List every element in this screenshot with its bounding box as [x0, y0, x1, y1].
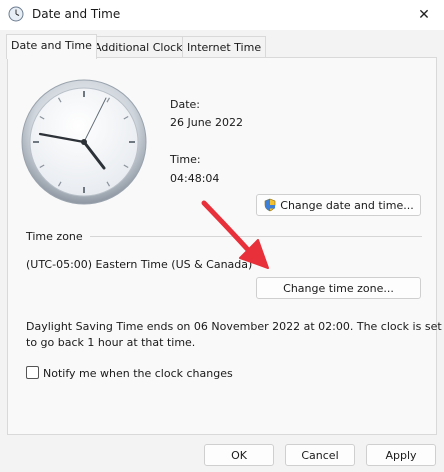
close-icon: ✕ [418, 7, 430, 23]
close-button[interactable]: ✕ [404, 0, 444, 30]
title-bar: Date and Time ✕ [0, 0, 444, 30]
tab-additional-clocks[interactable]: Additional Clocks [89, 36, 194, 58]
window-title: Date and Time [32, 7, 121, 21]
time-label: Time: [170, 153, 201, 166]
notify-checkbox[interactable] [26, 366, 39, 379]
ok-button[interactable]: OK [204, 444, 274, 466]
tab-internet-time[interactable]: Internet Time [182, 36, 267, 58]
date-label: Date: [170, 98, 200, 111]
clock-app-icon [8, 6, 24, 22]
change-date-time-button[interactable]: Change date and time... [256, 194, 421, 216]
change-time-zone-button[interactable]: Change time zone... [256, 277, 421, 299]
time-value: 04:48:04 [170, 172, 220, 185]
section-divider [90, 236, 422, 237]
dst-info-line1: Daylight Saving Time ends on 06 November… [26, 320, 442, 333]
notify-checkbox-label[interactable]: Notify me when the clock changes [43, 367, 233, 380]
time-zone-value: (UTC-05:00) Eastern Time (US & Canada) [26, 258, 253, 271]
time-zone-section-label: Time zone [26, 230, 83, 243]
tab-strip: Date and Time Additional Clocks Internet… [6, 34, 436, 59]
date-time-panel: Date: 26 June 2022 Time: 04:48:04 Change… [7, 57, 442, 435]
analog-clock [21, 79, 147, 205]
dst-info-line2: to go back 1 hour at that time. [26, 336, 196, 349]
cancel-button[interactable]: Cancel [285, 444, 355, 466]
date-value: 26 June 2022 [170, 116, 243, 129]
tab-date-and-time[interactable]: Date and Time [6, 34, 97, 59]
uac-shield-icon [264, 198, 276, 212]
date-time-dialog: Date and Time ✕ Date and Time Additional… [0, 0, 444, 472]
apply-button[interactable]: Apply [366, 444, 436, 466]
